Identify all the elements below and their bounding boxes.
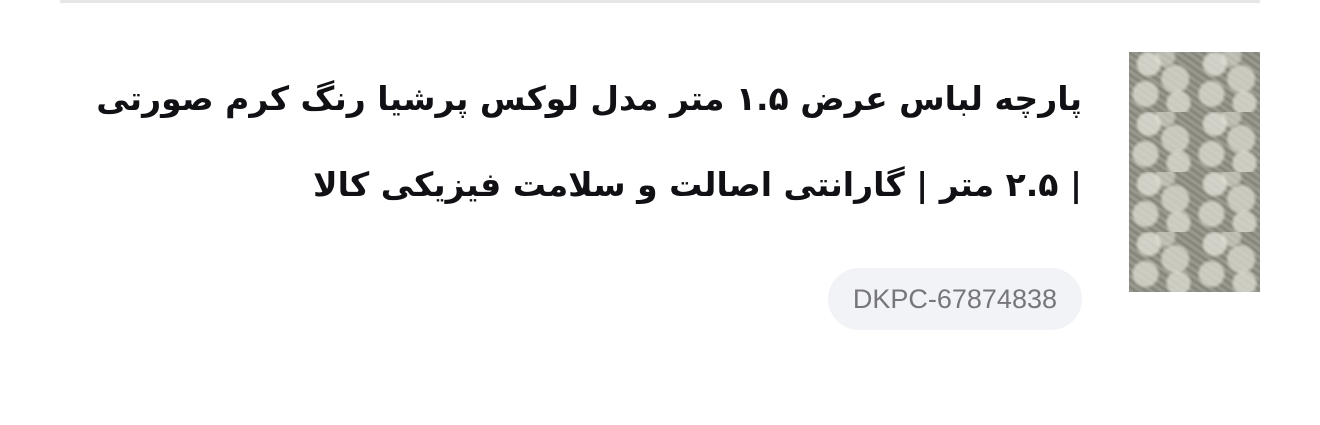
sku-badge: DKPC-67874838 bbox=[827, 268, 1082, 330]
product-row[interactable]: پارچه لباس عرض ۱.۵ متر مدل لوکس پرشیا رن… bbox=[60, 52, 1260, 332]
product-thumbnail-image[interactable] bbox=[1129, 52, 1260, 292]
top-divider bbox=[60, 0, 1260, 3]
product-info: پارچه لباس عرض ۱.۵ متر مدل لوکس پرشیا رن… bbox=[82, 52, 1082, 330]
product-title[interactable]: پارچه لباس عرض ۱.۵ متر مدل لوکس پرشیا رن… bbox=[82, 56, 1082, 228]
